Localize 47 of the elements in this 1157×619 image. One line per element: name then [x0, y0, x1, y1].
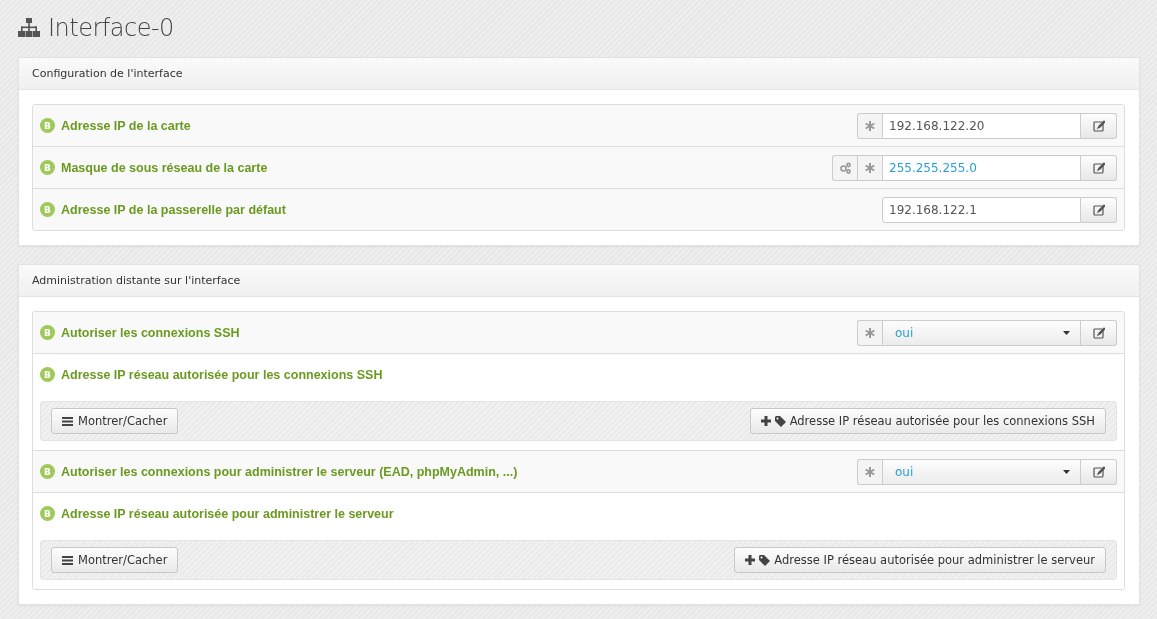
edit-button[interactable]: [1081, 319, 1117, 346]
sitemap-icon: [18, 18, 40, 38]
field-label: Autoriser les connexions SSH: [61, 325, 241, 340]
edit-button[interactable]: [1081, 112, 1117, 139]
field-label: Masque de sous réseau de la carte: [61, 160, 269, 175]
toggle-button[interactable]: Montrer/Cacher: [51, 408, 179, 434]
edit-button[interactable]: [1081, 154, 1117, 181]
text-input[interactable]: 192.168.122.1: [882, 196, 1081, 223]
toggle-button[interactable]: Montrer/Cacher: [51, 547, 179, 573]
caret-icon: [1063, 330, 1070, 335]
gears-icon: [839, 161, 851, 174]
badge: B: [40, 160, 55, 175]
badge: B: [40, 202, 55, 217]
edit-icon: [1092, 161, 1105, 174]
badge: B: [40, 325, 55, 340]
edit-icon: [1092, 119, 1105, 132]
panel-title: Configuration de l'interface: [19, 58, 1139, 90]
edit-icon: [1092, 203, 1105, 216]
asterisk-icon: [865, 466, 875, 477]
caret-icon: [1063, 469, 1070, 474]
add-button[interactable]: Adresse IP réseau autorisée pour les connexions SSH: [749, 408, 1106, 434]
badge: B: [40, 367, 55, 382]
edit-icon: [1092, 465, 1105, 478]
plus-icon: [760, 416, 771, 426]
badge: B: [40, 464, 55, 479]
badge: B: [40, 118, 55, 133]
asterisk-icon: [865, 162, 875, 173]
asterisk-icon: [865, 327, 875, 338]
tag-icon: [774, 415, 786, 427]
field-label: Adresse IP réseau autorisée pour les connexions SSH: [61, 367, 384, 382]
page-title: Interface-0: [48, 14, 174, 42]
add-button[interactable]: Adresse IP réseau autorisée pour administrer le serveur: [734, 547, 1106, 573]
field-label: Autoriser les connexions pour administrer le serveur (EAD, phpMyAdmin, ...): [61, 464, 519, 479]
tag-icon: [759, 554, 771, 566]
field-label: Adresse IP de la passerelle par défaut: [61, 202, 287, 217]
edit-button[interactable]: [1081, 196, 1117, 223]
field-label: Adresse IP réseau autorisée pour administrer le serveur: [61, 506, 395, 521]
menu-icon: [62, 554, 74, 566]
menu-icon: [62, 415, 74, 427]
asterisk-icon: [865, 120, 875, 131]
edit-button[interactable]: [1081, 458, 1117, 485]
badge: B: [40, 506, 55, 521]
edit-icon: [1092, 326, 1105, 339]
plus-icon: [745, 555, 756, 565]
text-input[interactable]: 192.168.122.20: [882, 112, 1081, 139]
field-label: Adresse IP de la carte: [61, 118, 192, 133]
panel-title: Administration distante sur l'interface: [19, 265, 1139, 297]
